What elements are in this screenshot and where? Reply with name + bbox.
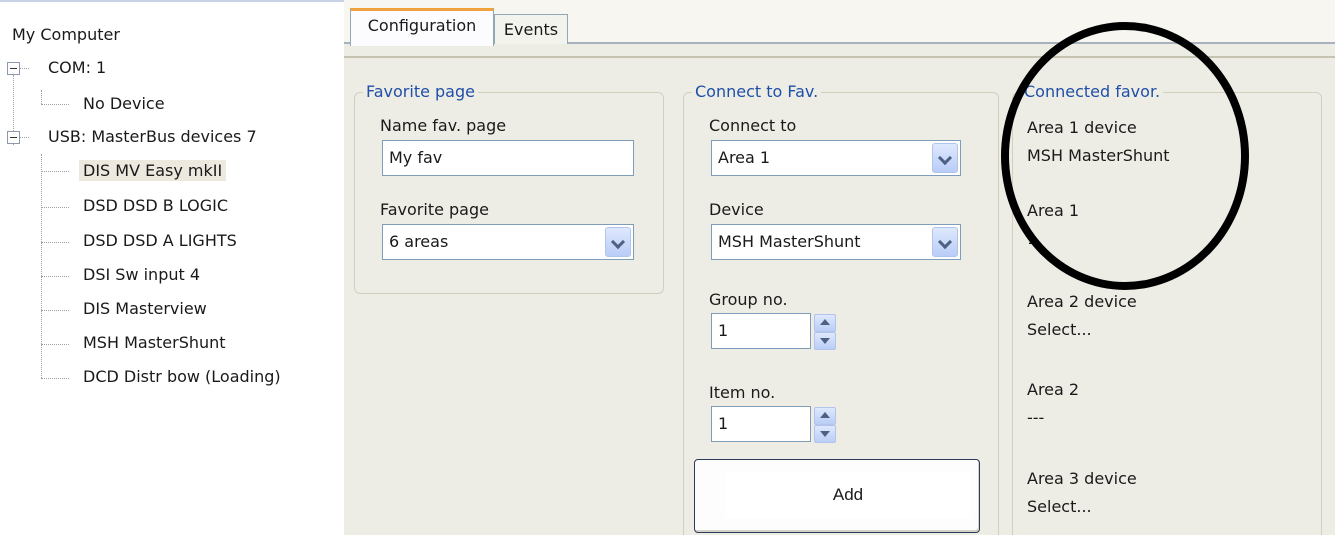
group-title: Connected favor. — [1021, 82, 1164, 102]
tree-item-msh-mastershunt[interactable]: MSH MasterShunt — [79, 328, 230, 358]
add-button-label: Add — [725, 472, 971, 518]
spin-up-arrow-icon[interactable] — [814, 314, 836, 332]
collapse-minus-icon[interactable] — [7, 62, 20, 75]
device-value: MSH MasterShunt — [718, 232, 861, 251]
item-no-input[interactable]: 1 — [711, 406, 811, 442]
group-title: Connect to Fav. — [692, 82, 822, 102]
tree-connector — [19, 68, 29, 69]
tree-connector — [41, 310, 69, 311]
add-button[interactable]: Add — [694, 459, 980, 533]
tree-connector — [41, 104, 69, 105]
connect-to-fav-group: Connect to Fav. Connect to Area 1 Device… — [683, 82, 999, 535]
tree-item-dsd-a-lights[interactable]: DSD DSD A LIGHTS — [79, 226, 241, 256]
tree-item-dis-mv-easy[interactable]: DIS MV Easy mkII — [79, 156, 227, 186]
favorite-page-value: 6 areas — [389, 232, 449, 251]
configuration-panel: Favorite page Name fav. page My fav Favo… — [344, 56, 1335, 535]
tree-node-usb[interactable]: USB: MasterBus devices 7 — [44, 122, 261, 152]
area2-label: Area 2 — [1027, 380, 1080, 399]
tree-connector — [41, 171, 69, 172]
device-select[interactable]: MSH MasterShunt — [711, 224, 961, 260]
tree-connector — [41, 242, 69, 243]
group-no-input[interactable]: 1 — [711, 313, 811, 349]
chevron-down-icon[interactable] — [605, 227, 631, 257]
area2-value: --- — [1027, 408, 1045, 427]
spin-down-arrow-icon[interactable] — [814, 332, 836, 350]
tree-connector — [41, 276, 69, 277]
connect-to-select[interactable]: Area 1 — [711, 140, 961, 176]
group-no-label: Group no. — [709, 290, 788, 309]
favorite-page-group: Favorite page Name fav. page My fav Favo… — [354, 82, 664, 294]
tree-root[interactable]: My Computer — [8, 20, 124, 50]
spin-up-arrow-icon[interactable] — [814, 407, 836, 425]
area3-device-label: Area 3 device — [1027, 469, 1137, 488]
tree-connector — [41, 207, 69, 208]
tree-item-dis-masterview[interactable]: DIS Masterview — [79, 294, 211, 324]
group-title: Favorite page — [363, 82, 478, 102]
name-fav-page-input[interactable]: My fav — [382, 140, 634, 176]
tree-item-dcd-distr-bow[interactable]: DCD Distr bow (Loading) — [79, 362, 285, 392]
area3-device-value: Select... — [1027, 497, 1092, 516]
tree-connector — [41, 378, 69, 379]
tree-node-com1[interactable]: COM: 1 — [44, 53, 110, 83]
tab-configuration[interactable]: Configuration — [350, 8, 494, 46]
collapse-minus-icon[interactable] — [7, 131, 20, 144]
area1-value: 1 — [1027, 229, 1038, 248]
chevron-down-icon[interactable] — [932, 227, 958, 257]
area1-label: Area 1 — [1027, 201, 1080, 220]
tab-strip: Configuration Events — [344, 0, 1335, 46]
tree-item-dsi-sw-input[interactable]: DSI Sw input 4 — [79, 260, 204, 290]
spin-down-arrow-icon[interactable] — [814, 425, 836, 443]
connected-favor-group: Connected favor. Area 1 device MSH Maste… — [1012, 82, 1322, 535]
name-fav-page-label: Name fav. page — [380, 116, 507, 135]
tree-connector — [41, 90, 42, 104]
area2-device-label: Area 2 device — [1027, 292, 1137, 311]
connect-to-label: Connect to — [709, 116, 797, 135]
favorite-page-label: Favorite page — [380, 200, 489, 219]
device-label: Device — [709, 200, 764, 219]
tree-connector — [41, 344, 69, 345]
area1-device-value: MSH MasterShunt — [1027, 146, 1170, 165]
area1-device-label: Area 1 device — [1027, 118, 1137, 137]
tree-connector — [19, 137, 29, 138]
area2-device-value: Select... — [1027, 320, 1092, 339]
device-tree[interactable]: My Computer COM: 1 No Device USB: Master… — [0, 0, 344, 535]
tree-item-dsd-b-logic[interactable]: DSD DSD B LOGIC — [79, 191, 232, 221]
item-no-label: Item no. — [709, 383, 776, 402]
favorite-page-select[interactable]: 6 areas — [382, 224, 634, 260]
tab-events[interactable]: Events — [494, 14, 568, 44]
tree-item-no-device[interactable]: No Device — [79, 89, 169, 119]
content-area: Configuration Events Favorite page Name … — [344, 0, 1335, 535]
connect-to-value: Area 1 — [718, 148, 771, 167]
chevron-down-icon[interactable] — [932, 143, 958, 173]
